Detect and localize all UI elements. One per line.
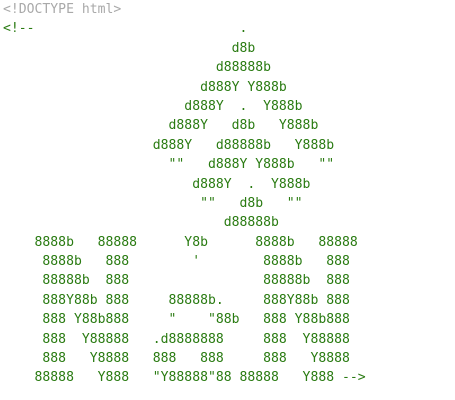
comment-line-14: 88888b 888 88888b 888 bbox=[3, 273, 350, 289]
comment-line-12: 8888b 88888 Y8b 8888b 88888 bbox=[3, 234, 358, 250]
comment-line-15: 888Y88b 888 88888b. 888Y88b 888 bbox=[3, 292, 350, 308]
comment-line-16: 888 Y88b888 " "88b 888 Y88b888 bbox=[3, 312, 350, 328]
comment-line-5: d888Y . Y888b bbox=[3, 98, 303, 114]
html-source-view: <!DOCTYPE html> <!-- . d8b d88888b d888Y … bbox=[3, 0, 366, 388]
comment-line-10: "" d8b "" bbox=[3, 195, 303, 211]
comment-line-7: d888Y d88888b Y888b bbox=[3, 137, 335, 153]
comment-line-6: d888Y d8b Y888b bbox=[3, 118, 319, 134]
comment-line-8: "" d888Y Y888b "" bbox=[3, 157, 335, 173]
comment-line-4: d888Y Y888b bbox=[3, 79, 287, 95]
comment-line-19: 88888 Y888 "Y88888"88 88888 Y888 --> bbox=[3, 370, 366, 386]
comment-line-1: <!-- . bbox=[3, 21, 248, 37]
comment-line-18: 888 Y8888 888 888 888 Y8888 bbox=[3, 351, 350, 367]
comment-line-13: 8888b 888 ' 8888b 888 bbox=[3, 254, 350, 270]
comment-line-9: d888Y . Y888b bbox=[3, 176, 311, 192]
comment-line-17: 888 Y88888 .d8888888 888 Y88888 bbox=[3, 331, 350, 347]
doctype-line: <!DOCTYPE html> bbox=[3, 2, 122, 17]
comment-line-2: d8b bbox=[3, 40, 256, 56]
comment-line-3: d88888b bbox=[3, 60, 272, 76]
comment-line-11: d88888b bbox=[3, 215, 279, 231]
